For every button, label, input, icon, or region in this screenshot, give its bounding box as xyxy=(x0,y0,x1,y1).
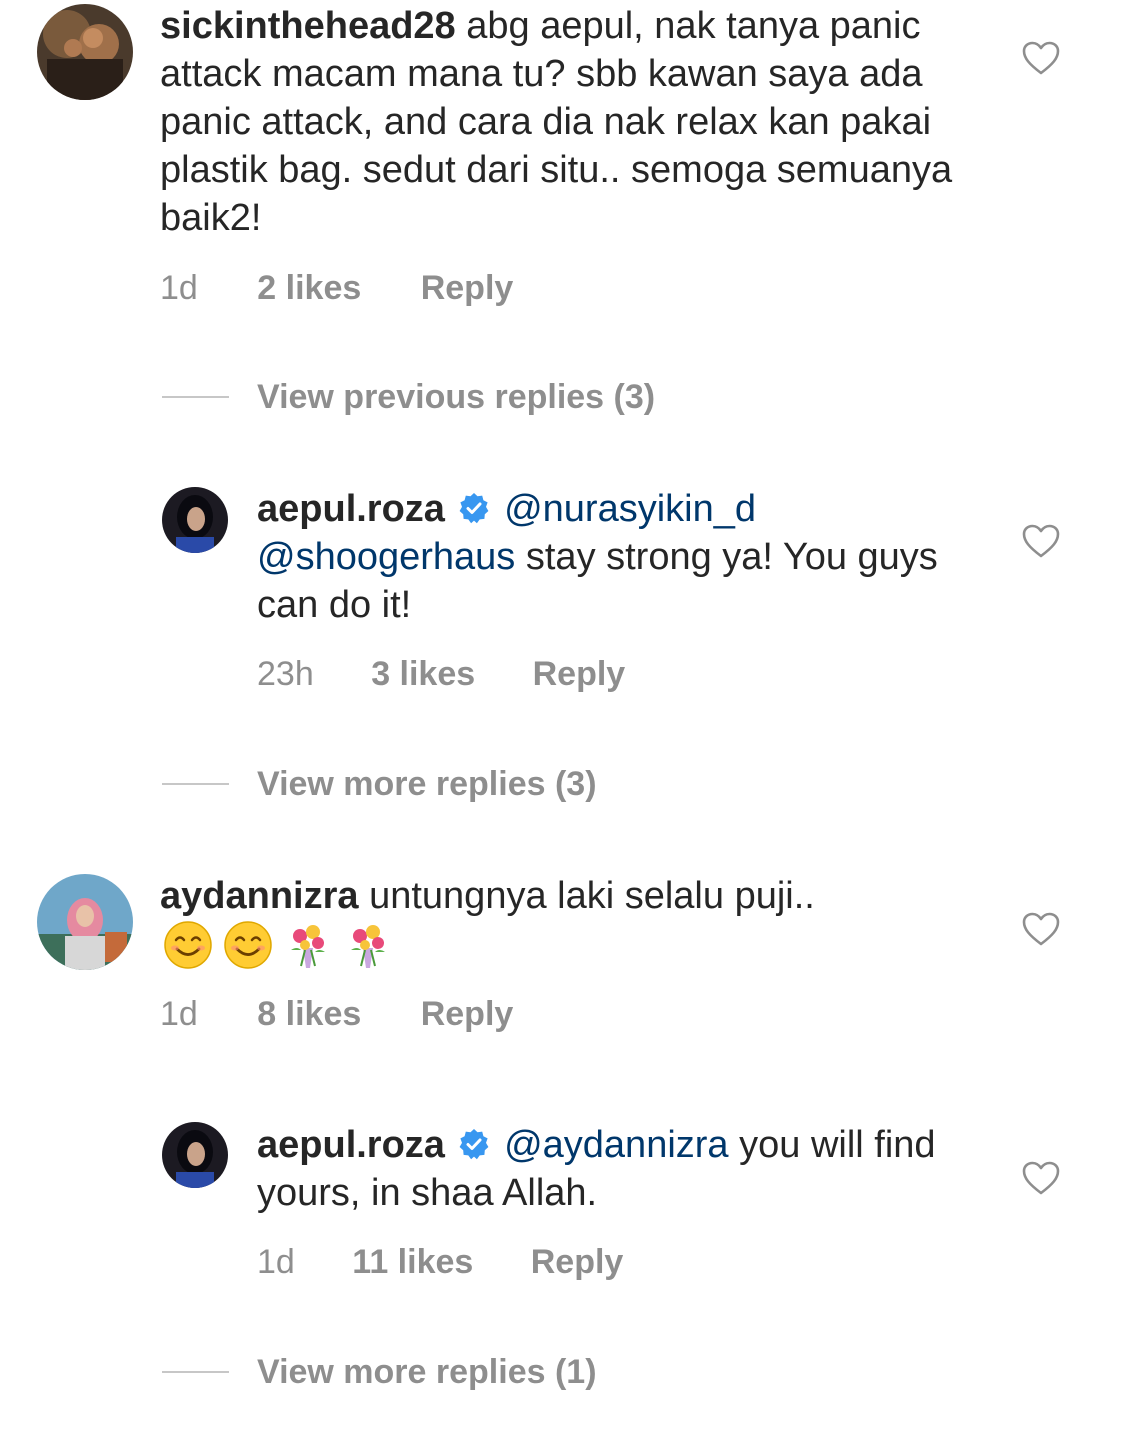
timestamp: 1d xyxy=(160,269,198,307)
username[interactable]: aepul.roza xyxy=(257,488,445,530)
heart-outline-icon[interactable] xyxy=(1021,911,1061,947)
reply-button[interactable]: Reply xyxy=(421,268,514,308)
view-previous-replies-button[interactable]: View previous replies (3) xyxy=(257,377,655,417)
avatar[interactable] xyxy=(37,874,133,970)
mention-link[interactable]: @aydannizra xyxy=(504,1124,728,1166)
username[interactable]: aepul.roza xyxy=(257,1124,445,1166)
view-more-replies-button[interactable]: View more replies (1) xyxy=(257,1352,597,1392)
avatar[interactable] xyxy=(37,4,133,100)
verified-badge-icon xyxy=(458,1128,490,1160)
smiling-face-emoji xyxy=(163,920,213,970)
likes-count[interactable]: 2 likes xyxy=(257,268,361,308)
timestamp: 1d xyxy=(160,995,198,1033)
comment-meta: 23h 3 likes Reply xyxy=(257,654,625,694)
comment-meta: 1d 11 likes Reply xyxy=(257,1242,623,1282)
reply-button[interactable]: Reply xyxy=(533,654,626,694)
divider-line xyxy=(162,783,229,785)
bouquet-emoji xyxy=(343,920,393,970)
divider-line xyxy=(162,1371,229,1373)
comment-text: sickinthehead28 abg aepul, nak tanya pan… xyxy=(160,2,970,242)
comment-text: aydannizra untungnya laki selalu puji.. xyxy=(160,872,970,920)
comment-text: aepul.roza @aydannizra you will find you… xyxy=(257,1121,957,1217)
comment-meta: 1d 2 likes Reply xyxy=(160,268,513,308)
mention-link[interactable]: @nurasyikin_d xyxy=(504,488,756,530)
verified-badge-icon xyxy=(458,492,490,524)
reply-button[interactable]: Reply xyxy=(421,994,514,1034)
timestamp: 23h xyxy=(257,655,314,693)
username[interactable]: sickinthehead28 xyxy=(160,5,456,47)
view-more-replies-button[interactable]: View more replies (3) xyxy=(257,764,597,804)
username[interactable]: aydannizra xyxy=(160,875,359,917)
timestamp: 1d xyxy=(257,1243,295,1281)
smiling-face-emoji xyxy=(223,920,273,970)
avatar[interactable] xyxy=(162,487,228,553)
comment-text: aepul.roza @nurasyikin_d @shoogerhaus st… xyxy=(257,485,957,629)
heart-outline-icon[interactable] xyxy=(1021,523,1061,559)
comment-body: untungnya laki selalu puji.. xyxy=(369,875,815,917)
reply-button[interactable]: Reply xyxy=(531,1242,624,1282)
likes-count[interactable]: 3 likes xyxy=(371,654,475,694)
mention-link[interactable]: @shoogerhaus xyxy=(257,536,515,578)
bouquet-emoji xyxy=(283,920,333,970)
avatar[interactable] xyxy=(162,1122,228,1188)
likes-count[interactable]: 11 likes xyxy=(352,1242,473,1282)
likes-count[interactable]: 8 likes xyxy=(257,994,361,1034)
emoji-row xyxy=(163,920,393,970)
comment-meta: 1d 8 likes Reply xyxy=(160,994,513,1034)
heart-outline-icon[interactable] xyxy=(1021,40,1061,76)
divider-line xyxy=(162,396,229,398)
heart-outline-icon[interactable] xyxy=(1021,1160,1061,1196)
